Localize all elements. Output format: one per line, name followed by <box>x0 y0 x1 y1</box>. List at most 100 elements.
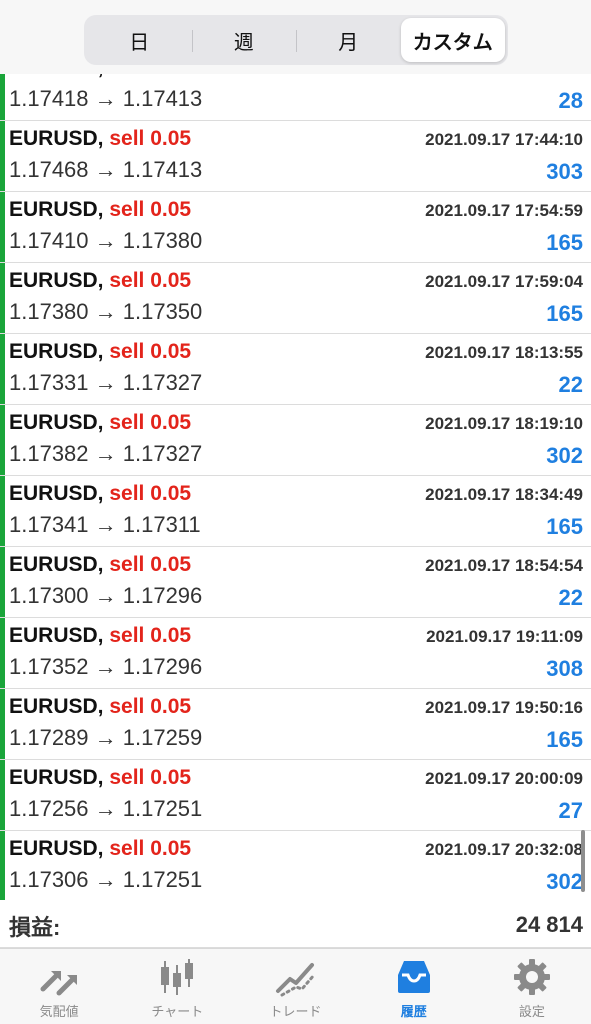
trade-symbol: EURUSD, sell 0.05 <box>9 624 192 647</box>
profit-label: 損益: <box>9 915 61 940</box>
scroll-indicator[interactable] <box>581 830 585 892</box>
trade-symbol: EURUSD, sell 0.05 <box>9 482 192 505</box>
trade-row[interactable]: EURUSD, sell 0.05 2021.09.17 20:32:08 1.17… <box>0 831 591 900</box>
trade-profit: 22 <box>558 372 583 397</box>
position-bar <box>0 334 5 404</box>
trade-profit: 308 <box>546 656 583 681</box>
trade-symbol: EURUSD, sell 0.05 <box>9 198 192 221</box>
trade-direction: sell 0.05 <box>109 269 192 292</box>
profit-summary: 損益: 24 814 <box>0 900 591 948</box>
tab-label: 気配値 <box>39 1004 79 1019</box>
position-bar <box>0 121 5 191</box>
trade-row[interactable]: EURUSD, sell 0.05 2021.09.17 18:34:49 1.17… <box>0 476 591 547</box>
trade-prices: 1.17380 → 1.17350 <box>9 299 203 324</box>
position-bar <box>0 760 5 830</box>
trade-prices: 1.17300 → 1.17296 <box>9 583 203 608</box>
trade-row[interactable]: EURUSD, sell 0.05 2021.09.17 18:13:55 1.17… <box>0 334 591 405</box>
trade-time: 2021.09.17 20:00:09 <box>425 769 583 788</box>
trade-row[interactable]: EURUSD, sell 0.05 2021.09.17 17:54:59 1.17… <box>0 192 591 263</box>
trade-symbol: EURUSD, sell 0.05 <box>9 695 192 718</box>
position-bar <box>0 547 5 617</box>
trade-direction: sell 0.05 <box>109 695 192 718</box>
quotes-arrows-icon <box>40 971 78 996</box>
trade-history-list[interactable]: EURUSD, sell 0.05 2021.09.17 17:38:55 1.… <box>0 50 591 900</box>
bottom-tab-bar: 気配値 チャート トレード 履歴 設定 <box>0 948 591 1024</box>
trade-profit: 165 <box>546 514 583 539</box>
trade-profit: 302 <box>546 869 583 894</box>
segment-week[interactable]: 週 <box>191 18 297 62</box>
trade-symbol: EURUSD, sell 0.05 <box>9 837 192 860</box>
trade-direction: sell 0.05 <box>109 198 192 221</box>
trade-prices: 1.17341 → 1.17311 <box>9 512 201 537</box>
trade-direction: sell 0.05 <box>109 127 192 150</box>
history-inbox-icon <box>397 961 430 993</box>
trade-profit: 165 <box>546 727 583 752</box>
trade-prices: 1.17418 → 1.17413 <box>9 86 203 111</box>
trade-row[interactable]: EURUSD, sell 0.05 2021.09.17 19:11:09 1.17… <box>0 618 591 689</box>
trade-symbol: EURUSD, sell 0.05 <box>9 411 192 434</box>
trade-row[interactable]: EURUSD, sell 0.05 2021.09.17 19:50:16 1.17… <box>0 689 591 760</box>
tab-settings[interactable]: 設定 <box>473 949 591 1024</box>
trade-time: 2021.09.17 20:32:08 <box>425 840 583 859</box>
trade-row[interactable]: EURUSD, sell 0.05 2021.09.17 18:19:10 1.17… <box>0 405 591 476</box>
trade-direction: sell 0.05 <box>109 482 192 505</box>
trade-profit: 165 <box>546 230 583 255</box>
trade-symbol: EURUSD, sell 0.05 <box>9 340 192 363</box>
trade-profit: 165 <box>546 301 583 326</box>
position-bar <box>0 831 5 900</box>
trade-time: 2021.09.17 18:34:49 <box>425 485 583 504</box>
trade-symbol: EURUSD, sell 0.05 <box>9 553 192 576</box>
tab-chart[interactable]: チャート <box>118 949 236 1024</box>
position-bar <box>0 689 5 759</box>
trade-symbol: EURUSD, sell 0.05 <box>9 127 192 150</box>
position-bar <box>0 192 5 262</box>
period-segmented-control: 日 週 月 カスタム <box>84 15 508 65</box>
trade-direction: sell 0.05 <box>109 837 192 860</box>
position-bar <box>0 476 5 546</box>
tab-label: 履歴 <box>400 1004 427 1019</box>
tab-trade[interactable]: トレード <box>236 949 354 1024</box>
trade-line-icon <box>275 963 315 997</box>
segment-custom[interactable]: カスタム <box>400 18 505 62</box>
position-bar <box>0 618 5 688</box>
trade-time: 2021.09.17 17:54:59 <box>425 201 583 220</box>
profit-value: 24 814 <box>515 912 583 937</box>
trade-prices: 1.17256 → 1.17251 <box>9 796 203 821</box>
position-bar <box>0 263 5 333</box>
trade-prices: 1.17306 → 1.17251 <box>9 867 203 892</box>
trade-prices: 1.17289 → 1.17259 <box>9 725 203 750</box>
gear-icon <box>513 959 550 995</box>
trade-row[interactable]: EURUSD, sell 0.05 2021.09.17 17:59:04 1.17… <box>0 263 591 334</box>
trade-time: 2021.09.17 17:44:10 <box>425 130 583 149</box>
trade-symbol: EURUSD, sell 0.05 <box>9 766 192 789</box>
trade-time: 2021.09.17 19:50:16 <box>425 698 583 717</box>
trade-row[interactable]: EURUSD, sell 0.05 2021.09.17 20:00:09 1.17… <box>0 760 591 831</box>
trade-prices: 1.17352 → 1.17296 <box>9 654 203 679</box>
trade-time: 2021.09.17 17:59:04 <box>425 272 583 291</box>
tab-label: トレード <box>269 1004 322 1019</box>
trade-direction: sell 0.05 <box>109 411 192 434</box>
trade-profit: 303 <box>546 159 583 184</box>
trade-symbol: EURUSD, sell 0.05 <box>9 269 192 292</box>
trade-row[interactable]: EURUSD, sell 0.05 2021.09.17 17:44:10 1.17… <box>0 121 591 192</box>
candlestick-chart-icon <box>161 959 194 995</box>
trade-time: 2021.09.17 18:19:10 <box>425 414 583 433</box>
tab-label: チャート <box>151 1004 204 1019</box>
trade-direction: sell 0.05 <box>109 766 192 789</box>
tab-quotes[interactable]: 気配値 <box>0 949 118 1024</box>
period-header: 日 週 月 カスタム <box>0 0 591 74</box>
trade-prices: 1.17331 → 1.17327 <box>9 370 203 395</box>
trade-time: 2021.09.17 18:54:54 <box>425 556 583 575</box>
tab-label: 設定 <box>518 1004 545 1019</box>
trade-profit: 22 <box>558 585 583 610</box>
segment-day[interactable]: 日 <box>87 18 192 62</box>
segment-month[interactable]: 月 <box>296 18 401 62</box>
trade-row[interactable]: EURUSD, sell 0.05 2021.09.17 18:54:54 1.17… <box>0 547 591 618</box>
trade-direction: sell 0.05 <box>109 340 192 363</box>
trade-time: 2021.09.17 19:11:09 <box>426 627 583 646</box>
trade-profit: 28 <box>558 88 583 113</box>
position-bar <box>0 405 5 475</box>
trade-time: 2021.09.17 18:13:55 <box>425 343 583 362</box>
tab-history[interactable]: 履歴 <box>355 949 473 1024</box>
trade-profit: 27 <box>558 798 583 823</box>
